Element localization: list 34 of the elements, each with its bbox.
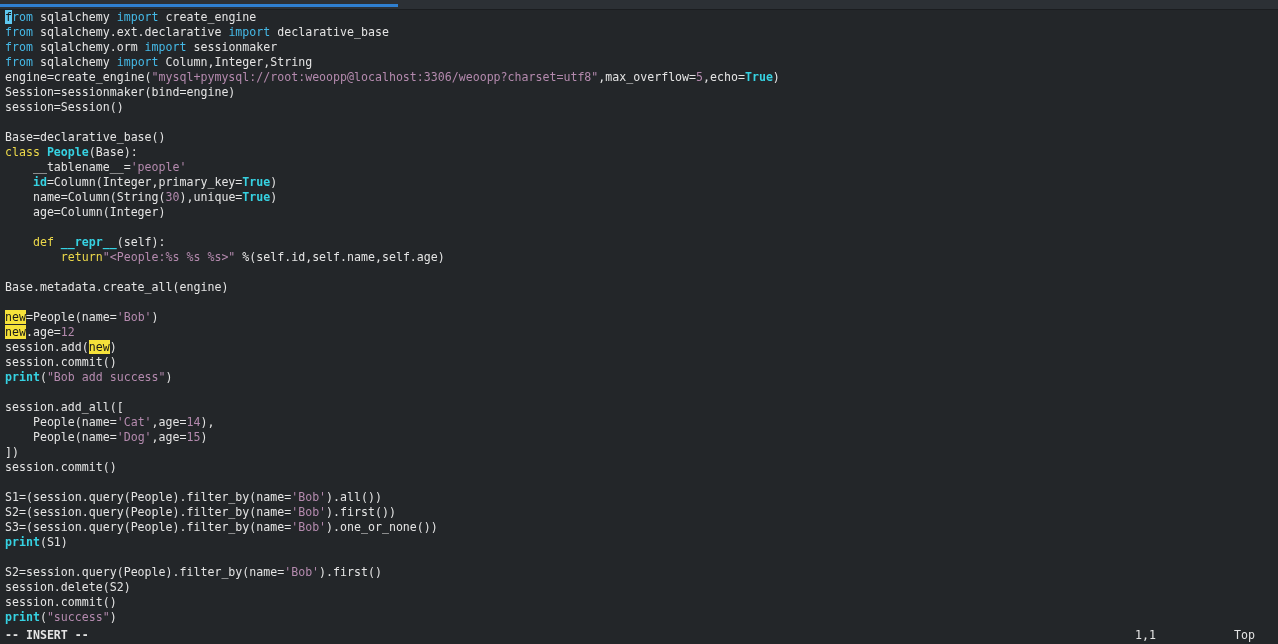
code-line: session.delete(S2)	[5, 580, 132, 595]
code-line: session.commit()	[5, 460, 118, 475]
code-line: from sqlalchemy import Column,Integer,String	[5, 55, 314, 70]
code-line: __tablename__='people'	[31, 160, 188, 175]
code-line: class People(Base):	[5, 145, 139, 160]
code-line: session.commit()	[5, 595, 118, 610]
code-line: S2=(session.query(People).filter_by(name='Bob').first())	[5, 505, 397, 520]
code-line: f rom sqlalchemy import create_engine	[5, 10, 258, 25]
code-line: session.add_all([	[5, 400, 125, 415]
code-line: print("success")	[5, 610, 118, 625]
cursor-position: 1,1	[1135, 628, 1157, 642]
code-line: name=Column(String(30),unique=True)	[31, 190, 279, 205]
code-line: S1=(session.query(People).filter_by(name='Bob').all())	[5, 490, 383, 505]
code-line: return"<People:%s %s %s>" %(self.id,self.name,self.age)	[59, 250, 446, 265]
mode-indicator: -- INSERT --	[5, 628, 89, 642]
code-line: print(S1)	[5, 535, 69, 550]
code-line: from sqlalchemy.ext.declarative import declarative_base	[5, 25, 390, 40]
code-line: print("Bob add success")	[5, 370, 174, 385]
code-line: age=Column(Integer)	[31, 205, 167, 220]
code-line: Base.metadata.create_all(engine)	[5, 280, 230, 295]
code-line: def __repr__(self):	[31, 235, 167, 250]
code-line: Base=declarative_base()	[5, 130, 167, 145]
scroll-position: Top	[1234, 628, 1255, 642]
code-line: engine=create_engine("mysql+pymysql://root:weoopp@localhost:3306/weoopp?charset=utf8",max_overflow=5,echo=True)	[5, 70, 781, 85]
code-line: Session=sessionmaker(bind=engine)	[5, 85, 237, 100]
code-line: S2=session.query(People).filter_by(name='Bob').first()	[5, 565, 383, 580]
code-line: session.commit()	[5, 355, 118, 370]
code-line: id=Column(Integer,primary_key=True)	[31, 175, 279, 190]
code-line: People(name='Cat',age=14),	[31, 415, 216, 430]
code-line: S3=(session.query(People).filter_by(name='Bob').one_or_none())	[5, 520, 439, 535]
code-line: from sqlalchemy.orm import sessionmaker	[5, 40, 279, 55]
code-line: session=Session()	[5, 100, 125, 115]
code-line: ])	[5, 445, 20, 460]
code-line: People(name='Dog',age=15)	[31, 430, 209, 445]
